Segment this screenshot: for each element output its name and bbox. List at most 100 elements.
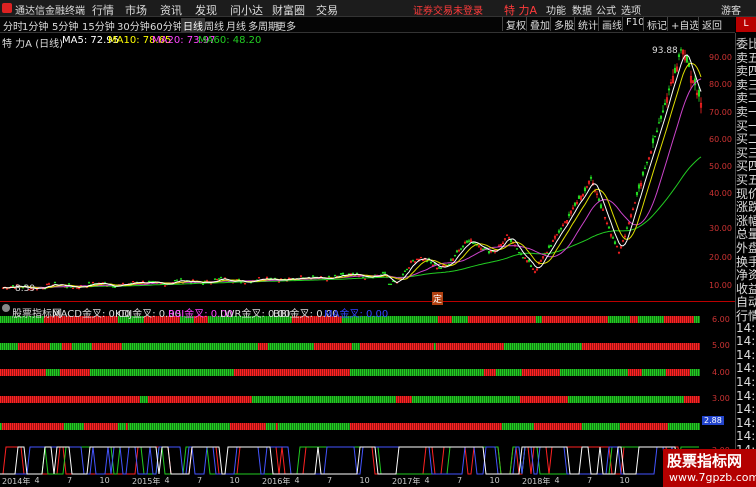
period-fenshi[interactable]: 分时 [3,18,23,33]
signal-bar [496,343,498,350]
signal-bar [650,369,652,376]
signal-bar [268,369,270,376]
signal-bar [536,369,538,376]
signal-bar [232,343,234,350]
signal-bar [132,343,134,350]
menu-gongshi[interactable]: 公式 [596,2,616,17]
stats-button[interactable]: 统计 [574,17,601,32]
signal-bar [472,343,474,350]
signal-bar [362,396,364,403]
signal-bar [480,343,482,350]
candle-body [461,245,465,248]
menu-gongneng[interactable]: 功能 [546,2,566,17]
signal-bar [246,343,248,350]
signal-bar [632,369,634,376]
signal-bar [612,423,614,430]
signal-bar [514,396,516,403]
menu-shichang[interactable]: 市场 [125,2,147,18]
signal-bar [636,423,638,430]
signal-bar [570,396,572,403]
signal-bar [370,396,372,403]
candle-body [527,259,531,262]
menu-hangqing[interactable]: 行情 [92,2,114,18]
login-status[interactable]: 证券交易未登录 [413,2,483,17]
signal-bar [394,343,396,350]
signal-bar [498,396,500,403]
signal-bar [370,369,372,376]
signal-bar [154,423,156,430]
signal-bar [670,316,672,323]
kline-chart[interactable] [0,33,735,301]
menu-jiaoyi[interactable]: 交易 [316,2,338,18]
signal-bar [116,396,118,403]
signal-bar [670,369,672,376]
back-button[interactable]: 返回 [698,17,735,32]
draw-button[interactable]: 画线 [598,17,625,32]
signal-bar [336,343,338,350]
menu-caifuquan[interactable]: 财富圈 [272,2,305,18]
panel-settings-icon[interactable] [2,304,10,312]
l-badge[interactable]: L [736,17,756,32]
indicator-chart[interactable] [0,302,735,480]
period-5min[interactable]: 5分钟 [52,18,78,33]
signal-bar [488,316,490,323]
fuquan-button[interactable]: 复权 [502,17,529,32]
signal-bar [632,423,634,430]
menu-wenxiaoda[interactable]: 问小达 [230,2,263,18]
signal-bar [616,369,618,376]
side-panel-item: 14:5 [736,402,756,417]
signal-bar [406,316,408,323]
signal-bar [586,423,588,430]
date-label: 4 [294,476,300,485]
period-monthly[interactable]: 月线 [226,18,246,33]
signal-bar [58,369,60,376]
signal-bar [416,423,418,430]
menu-faxian[interactable]: 发现 [195,2,217,18]
signal-bar [520,423,522,430]
signal-bar [548,396,550,403]
signal-bar [70,369,72,376]
signal-bar [172,396,174,403]
period-weekly[interactable]: 周线 [204,18,224,33]
signal-bar [386,423,388,430]
multistock-button[interactable]: 多股 [550,17,577,32]
signal-bar [456,369,458,376]
period-60min[interactable]: 60分钟 [150,18,183,33]
period-more[interactable]: 更多 [276,18,296,33]
period-daily[interactable]: 日线 [181,18,205,33]
signal-bar [504,343,506,350]
signal-bar [120,369,122,376]
signal-bar [58,423,60,430]
period-15min[interactable]: 15分钟 [82,18,115,33]
user-label[interactable]: 游客 [721,2,741,17]
signal-bar [294,423,296,430]
signal-bar [338,396,340,403]
period-30min[interactable]: 30分钟 [117,18,150,33]
menu-xuanxiang[interactable]: 选项 [621,2,641,17]
signal-bar [620,396,622,403]
signal-bar [22,369,24,376]
period-multi[interactable]: 多周期 [248,18,278,33]
signal-bar [628,316,630,323]
signal-bar [514,369,516,376]
signal-bar [48,369,50,376]
signal-bar [584,343,586,350]
signal-bar [288,396,290,403]
signal-bar [470,396,472,403]
signal-bar [300,369,302,376]
signal-bar [482,423,484,430]
mark-button[interactable]: 标记 [643,17,670,32]
signal-bar [196,423,198,430]
candle-body [113,286,117,288]
overlay-button[interactable]: 叠加 [526,17,553,32]
signal-bar [408,396,410,403]
signal-bar [6,423,8,430]
signal-bar [144,396,146,403]
period-1min[interactable]: 1分钟 [22,18,48,33]
menu-zixun[interactable]: 资讯 [160,2,182,18]
menu-shuju[interactable]: 数据 [572,2,592,17]
signal-bar [122,343,124,350]
signal-bar [100,369,102,376]
signal-bar [88,423,90,430]
signal-bar [596,396,598,403]
